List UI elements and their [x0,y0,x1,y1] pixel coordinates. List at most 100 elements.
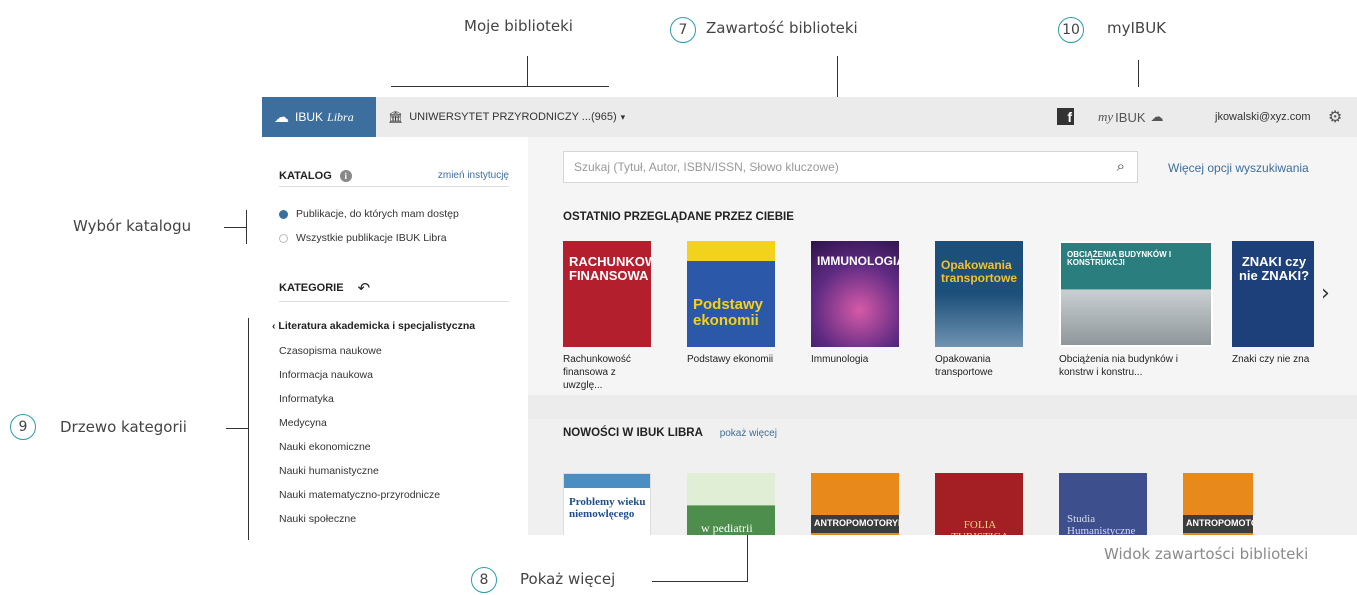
annotation-line [248,318,249,540]
book-cover[interactable]: ZNAKI czy nie ZNAKI? [1232,241,1314,347]
category-item[interactable]: Nauki humanistyczne [279,465,379,477]
annotation-number-8: 8 [471,567,497,593]
top-bar: ☁ IBUK Libra 🏛 UNIWERSYTET PRZYRODNICZY … [262,97,1357,137]
annotation-number-7: 7 [670,17,696,43]
back-arrow-icon[interactable]: ↶ [358,279,371,297]
catalog-header: KATALOG i zmień instytucję [279,165,509,187]
annotation-line [652,581,747,582]
cover-stripe [564,474,650,488]
chevron-right-icon[interactable]: › [1321,281,1330,306]
image-caption: Widok zawartości biblioteki [1104,545,1309,563]
annotation-line [1138,60,1139,87]
logo-sub: Libra [327,109,354,124]
book-title[interactable]: Opakowania transportowe [935,353,1023,379]
myibuk-link[interactable]: my IBUK ☁ [1098,97,1164,137]
new-book-cover[interactable]: Studia Humanistyczne [1059,473,1147,535]
book-cover[interactable]: Podstawy ekonomii [687,241,775,347]
book-title[interactable]: Immunologia [811,353,899,366]
catalog-title: KATALOG [279,169,332,182]
user-email[interactable]: jkowalski@xyz.com [1215,97,1311,137]
ibuk-logo[interactable]: ☁ IBUK Libra [262,97,376,137]
category-item[interactable]: Nauki społeczne [279,513,356,525]
annotation-number-10: 10 [1058,17,1084,43]
annotation-category-tree: Drzewo kategorii [60,418,187,436]
book-card[interactable]: RACHUNKOWOŚĆ FINANSOWA Rachunkowość fina… [563,241,651,392]
cover-text: Studia Humanistyczne [1067,513,1136,535]
annotation-number-9: 9 [10,414,36,440]
annotation-library-content: Zawartość biblioteki [706,19,858,37]
radio-unselected[interactable] [279,233,288,243]
main-content: Szukaj (Tytuł, Autor, ISBN/ISSN, Słowo k… [528,137,1357,535]
show-more-link[interactable]: pokaż więcej [720,428,777,439]
catalog-option-accessible[interactable]: Publikacje, do których mam dostęp [279,208,459,220]
cover-text: OBCIĄŻENIA BUDYNKÓW I KONSTRUKCJI [1067,250,1172,268]
annotation-show-more: Pokaż więcej [520,570,616,588]
annotation-line [226,428,248,429]
annotation-line [391,86,609,87]
annotation-line [224,227,246,228]
radio-selected[interactable] [279,209,288,219]
new-book-cover[interactable]: ANTROPOMOTO [1183,473,1253,535]
gear-icon[interactable]: ⚙ [1328,107,1342,126]
cover-text: ZNAKI czy nie ZNAKI? [1238,254,1310,283]
cover-text: Problemy wieku niemowlęcego [569,496,646,521]
category-item[interactable]: Informacja naukowa [279,369,373,381]
cover-text: ANTROPOMOTO [1186,518,1253,528]
book-card[interactable]: IMMUNOLOGIA Immunologia [811,241,899,366]
cover-text: Podstawy ekonomii [693,296,764,329]
book-card[interactable]: Podstawy ekonomii Podstawy ekonomii [687,241,775,366]
annotation-catalog-choice: Wybór katalogu [73,217,192,235]
cover-text: IMMUNOLOGIA [817,254,899,268]
annotation-line [527,56,528,86]
library-name: UNIWERSYTET PRZYRODNICZY ...(965) [409,111,617,123]
new-title: NOWOŚCI W IBUK LIBRA pokaż więcej [563,427,777,439]
cover-text: RACHUNKOWOŚĆ FINANSOWA [569,254,651,283]
change-institution-link[interactable]: zmień instytucję [438,170,509,181]
cover-text: Opakowania transportowe [941,258,1018,285]
sidebar: KATALOG i zmień instytucję Publikacje, d… [262,137,528,535]
cloud-icon: ☁ [274,109,289,126]
book-cover[interactable]: RACHUNKOWOŚĆ FINANSOWA [563,241,651,347]
book-card[interactable]: Opakowania transportowe Opakowania trans… [935,241,1023,379]
recent-title: OSTATNIO PRZEGLĄDANE PRZEZ CIEBIE [563,211,794,223]
cover-text: w pediatrii [701,521,753,535]
category-item[interactable]: Medycyna [279,417,327,429]
category-item[interactable]: Nauki matematyczno-przyrodnicze [279,489,440,501]
catalog-option-all[interactable]: Wszystkie publikacje IBUK Libra [279,232,447,244]
app-window: ☁ IBUK Libra 🏛 UNIWERSYTET PRZYRODNICZY … [262,97,1357,535]
new-book-cover[interactable]: FOLIA TURISTICA [935,473,1023,535]
category-item-active[interactable]: ‹ Literatura akademicka i specjalistyczn… [272,320,475,332]
book-card[interactable]: ZNAKI czy nie ZNAKI? Znaki czy nie zna [1232,241,1314,366]
more-search-options-link[interactable]: Więcej opcji wyszukiwania [1168,161,1309,175]
annotation-line [246,210,247,244]
book-card[interactable]: OBCIĄŻENIA BUDYNKÓW I KONSTRUKCJI Obciąż… [1059,241,1213,379]
category-item[interactable]: Czasopisma naukowe [279,345,382,357]
new-book-cover[interactable]: w pediatrii [687,473,775,535]
info-icon[interactable]: i [339,169,352,182]
category-item[interactable]: Nauki ekonomiczne [279,441,371,453]
categories-header: KATEGORIE ↶ [279,274,509,302]
myibuk-text: IBUK [1115,109,1146,125]
search-icon[interactable]: ⌕ [1117,158,1125,175]
annotation-my-libraries: Moje biblioteki [464,17,573,35]
book-title[interactable]: Znaki czy nie zna [1232,353,1314,366]
book-cover[interactable]: Opakowania transportowe [935,241,1023,347]
new-title-text: NOWOŚCI W IBUK LIBRA [563,427,703,439]
new-book-cover[interactable]: Problemy wieku niemowlęcego [563,473,651,535]
section-divider [528,395,1357,419]
myibuk-prefix: my [1098,109,1114,124]
new-book-cover[interactable]: ANTROPOMOTORYKA [811,473,899,535]
library-selector[interactable]: 🏛 UNIWERSYTET PRZYRODNICZY ...(965) ▾ [388,97,625,137]
search-input[interactable]: Szukaj (Tytuł, Autor, ISBN/ISSN, Słowo k… [563,151,1138,183]
book-title[interactable]: Obciążenia nia budynków i konstrw i kons… [1059,353,1213,379]
cover-text: ANTROPOMOTORYKA [814,518,899,528]
book-cover[interactable]: IMMUNOLOGIA [811,241,899,347]
logo-text: IBUK [295,110,324,124]
annotation-myibuk: myIBUK [1107,19,1167,37]
book-cover[interactable]: OBCIĄŻENIA BUDYNKÓW I KONSTRUKCJI [1059,241,1213,347]
facebook-icon[interactable]: f [1057,108,1074,125]
book-title[interactable]: Podstawy ekonomii [687,353,775,366]
book-title[interactable]: Rachunkowość finansowa z uwzglę... [563,353,651,392]
institution-icon: 🏛 [388,110,404,124]
category-item[interactable]: Informatyka [279,393,334,405]
